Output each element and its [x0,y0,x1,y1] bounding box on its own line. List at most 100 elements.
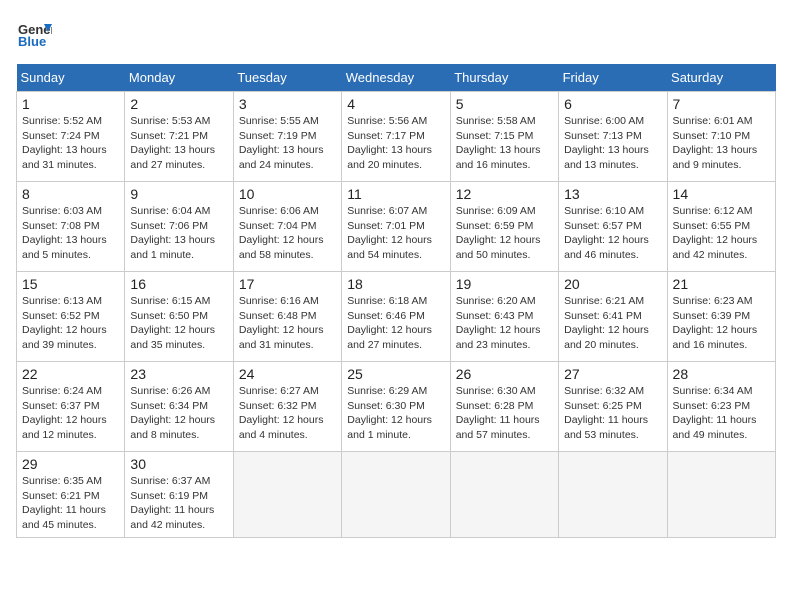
calendar-cell: 4 Sunrise: 5:56 AM Sunset: 7:17 PM Daylig… [342,92,450,182]
day-info: Sunrise: 6:03 AM Sunset: 7:08 PM Dayligh… [22,204,119,263]
page-header: General Blue [16,16,776,52]
day-number: 11 [347,186,444,202]
day-header: Saturday [667,64,775,92]
day-info: Sunrise: 6:00 AM Sunset: 7:13 PM Dayligh… [564,114,661,173]
day-header: Thursday [450,64,558,92]
day-number: 9 [130,186,227,202]
logo: General Blue [16,16,52,52]
calendar-cell: 7 Sunrise: 6:01 AM Sunset: 7:10 PM Daylig… [667,92,775,182]
day-info: Sunrise: 6:30 AM Sunset: 6:28 PM Dayligh… [456,384,553,443]
calendar-cell: 6 Sunrise: 6:00 AM Sunset: 7:13 PM Daylig… [559,92,667,182]
logo-icon: General Blue [16,16,52,52]
calendar-cell: 3 Sunrise: 5:55 AM Sunset: 7:19 PM Daylig… [233,92,341,182]
calendar-cell: 9 Sunrise: 6:04 AM Sunset: 7:06 PM Daylig… [125,182,233,272]
calendar-cell: 18Sunrise: 6:18 AM Sunset: 6:46 PM Dayli… [342,272,450,362]
day-info: Sunrise: 6:32 AM Sunset: 6:25 PM Dayligh… [564,384,661,443]
day-number: 16 [130,276,227,292]
calendar-row: 1Sunrise: 5:52 AM Sunset: 7:24 PM Daylig… [17,92,776,182]
day-header: Tuesday [233,64,341,92]
day-header: Monday [125,64,233,92]
day-info: Sunrise: 6:37 AM Sunset: 6:19 PM Dayligh… [130,474,227,533]
calendar-cell: 24 Sunrise: 6:27 AM Sunset: 6:32 PM Dayli… [233,362,341,452]
calendar-cell: 2Sunrise: 5:53 AM Sunset: 7:21 PM Daylig… [125,92,233,182]
calendar-cell: 5 Sunrise: 5:58 AM Sunset: 7:15 PM Daylig… [450,92,558,182]
day-number: 20 [564,276,661,292]
day-info: Sunrise: 6:15 AM Sunset: 6:50 PM Dayligh… [130,294,227,353]
day-number: 17 [239,276,336,292]
day-number: 6 [564,96,661,112]
day-number: 21 [673,276,770,292]
day-number: 5 [456,96,553,112]
day-info: Sunrise: 6:27 AM Sunset: 6:32 PM Dayligh… [239,384,336,443]
day-info: Sunrise: 6:21 AM Sunset: 6:41 PM Dayligh… [564,294,661,353]
calendar-cell: 28 Sunrise: 6:34 AM Sunset: 6:23 PM Dayli… [667,362,775,452]
calendar-cell: 16 Sunrise: 6:15 AM Sunset: 6:50 PM Dayli… [125,272,233,362]
day-number: 1 [22,96,119,112]
day-info: Sunrise: 6:01 AM Sunset: 7:10 PM Dayligh… [673,114,770,173]
day-info: Sunrise: 6:12 AM Sunset: 6:55 PM Dayligh… [673,204,770,263]
day-info: Sunrise: 6:04 AM Sunset: 7:06 PM Dayligh… [130,204,227,263]
day-number: 3 [239,96,336,112]
calendar-cell: 26 Sunrise: 6:30 AM Sunset: 6:28 PM Dayli… [450,362,558,452]
day-number: 29 [22,456,119,472]
calendar-cell: 21 Sunrise: 6:23 AM Sunset: 6:39 PM Dayli… [667,272,775,362]
day-number: 12 [456,186,553,202]
day-number: 15 [22,276,119,292]
calendar-cell [667,452,775,538]
day-info: Sunrise: 6:23 AM Sunset: 6:39 PM Dayligh… [673,294,770,353]
calendar-cell: 11Sunrise: 6:07 AM Sunset: 7:01 PM Dayli… [342,182,450,272]
day-number: 19 [456,276,553,292]
day-info: Sunrise: 5:56 AM Sunset: 7:17 PM Dayligh… [347,114,444,173]
day-number: 25 [347,366,444,382]
calendar-row: 8 Sunrise: 6:03 AM Sunset: 7:08 PM Daylig… [17,182,776,272]
day-info: Sunrise: 5:55 AM Sunset: 7:19 PM Dayligh… [239,114,336,173]
calendar-body: 1Sunrise: 5:52 AM Sunset: 7:24 PM Daylig… [17,92,776,538]
svg-text:Blue: Blue [18,34,46,49]
calendar-cell: 10Sunrise: 6:06 AM Sunset: 7:04 PM Dayli… [233,182,341,272]
day-info: Sunrise: 6:34 AM Sunset: 6:23 PM Dayligh… [673,384,770,443]
calendar-cell: 27 Sunrise: 6:32 AM Sunset: 6:25 PM Dayli… [559,362,667,452]
calendar-cell: 29 Sunrise: 6:35 AM Sunset: 6:21 PM Dayli… [17,452,125,538]
day-number: 23 [130,366,227,382]
day-number: 7 [673,96,770,112]
day-number: 27 [564,366,661,382]
day-info: Sunrise: 6:10 AM Sunset: 6:57 PM Dayligh… [564,204,661,263]
calendar-cell: 17Sunrise: 6:16 AM Sunset: 6:48 PM Dayli… [233,272,341,362]
calendar-cell: 1Sunrise: 5:52 AM Sunset: 7:24 PM Daylig… [17,92,125,182]
day-number: 18 [347,276,444,292]
day-info: Sunrise: 6:06 AM Sunset: 7:04 PM Dayligh… [239,204,336,263]
day-header: Friday [559,64,667,92]
calendar-row: 29 Sunrise: 6:35 AM Sunset: 6:21 PM Dayli… [17,452,776,538]
calendar-cell: 13 Sunrise: 6:10 AM Sunset: 6:57 PM Dayli… [559,182,667,272]
day-info: Sunrise: 6:13 AM Sunset: 6:52 PM Dayligh… [22,294,119,353]
day-number: 26 [456,366,553,382]
calendar-cell: 23 Sunrise: 6:26 AM Sunset: 6:34 PM Dayli… [125,362,233,452]
day-info: Sunrise: 6:29 AM Sunset: 6:30 PM Dayligh… [347,384,444,443]
day-info: Sunrise: 6:26 AM Sunset: 6:34 PM Dayligh… [130,384,227,443]
calendar-cell: 30 Sunrise: 6:37 AM Sunset: 6:19 PM Dayli… [125,452,233,538]
calendar-cell [559,452,667,538]
calendar-cell: 8 Sunrise: 6:03 AM Sunset: 7:08 PM Daylig… [17,182,125,272]
calendar-cell [342,452,450,538]
calendar-cell: 25 Sunrise: 6:29 AM Sunset: 6:30 PM Dayli… [342,362,450,452]
day-number: 24 [239,366,336,382]
day-info: Sunrise: 6:20 AM Sunset: 6:43 PM Dayligh… [456,294,553,353]
day-number: 13 [564,186,661,202]
calendar-header-row: SundayMondayTuesdayWednesdayThursdayFrid… [17,64,776,92]
day-number: 28 [673,366,770,382]
day-info: Sunrise: 5:53 AM Sunset: 7:21 PM Dayligh… [130,114,227,173]
day-number: 4 [347,96,444,112]
day-number: 8 [22,186,119,202]
calendar-cell: 14 Sunrise: 6:12 AM Sunset: 6:55 PM Dayli… [667,182,775,272]
day-info: Sunrise: 6:35 AM Sunset: 6:21 PM Dayligh… [22,474,119,533]
calendar-cell [450,452,558,538]
calendar-cell: 20 Sunrise: 6:21 AM Sunset: 6:41 PM Dayli… [559,272,667,362]
day-header: Wednesday [342,64,450,92]
calendar-row: 22Sunrise: 6:24 AM Sunset: 6:37 PM Dayli… [17,362,776,452]
calendar-cell [233,452,341,538]
day-number: 30 [130,456,227,472]
day-info: Sunrise: 6:24 AM Sunset: 6:37 PM Dayligh… [22,384,119,443]
day-info: Sunrise: 5:58 AM Sunset: 7:15 PM Dayligh… [456,114,553,173]
calendar-row: 15 Sunrise: 6:13 AM Sunset: 6:52 PM Dayli… [17,272,776,362]
day-number: 14 [673,186,770,202]
